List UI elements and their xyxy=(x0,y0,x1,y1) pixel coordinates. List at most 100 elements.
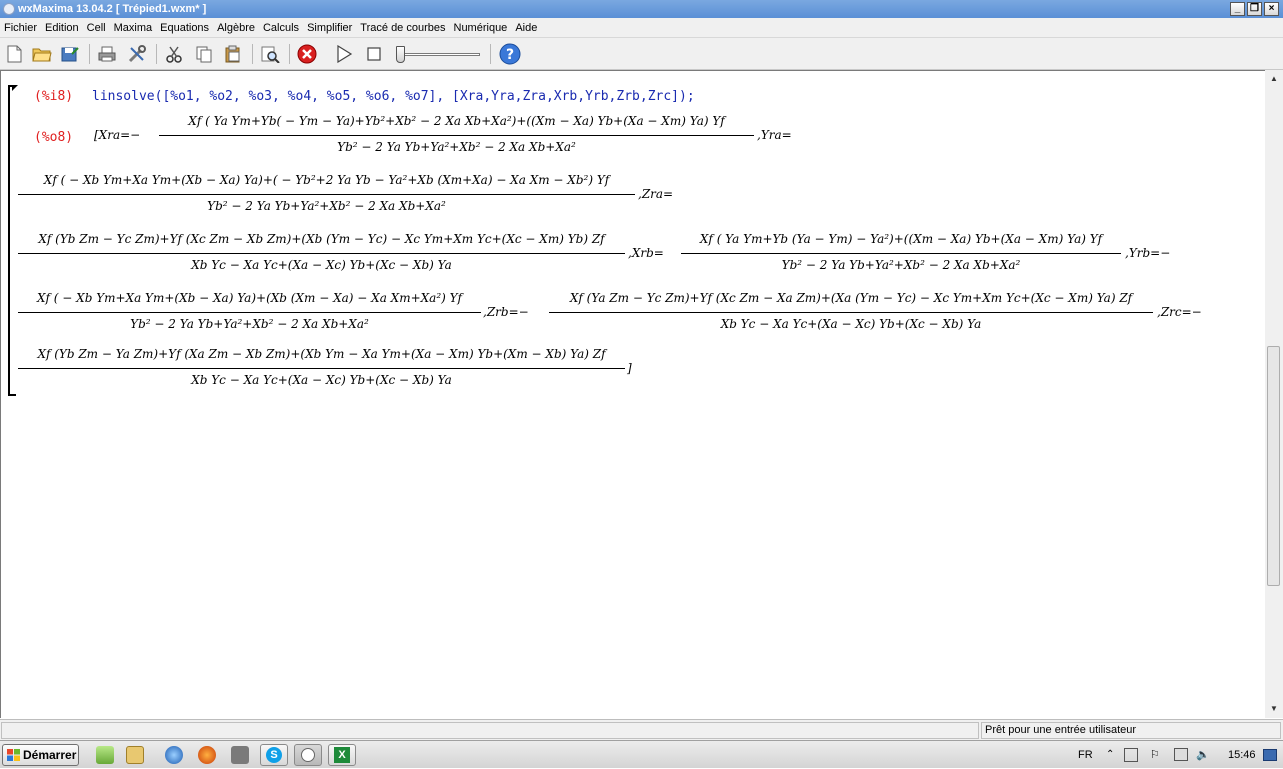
window-title: wxMaxima 13.04.2 [ Trépied1.wxm* ] xyxy=(18,3,207,15)
new-document-icon[interactable] xyxy=(3,43,25,65)
fraction-denominator: Xb Yc − Xa Yc+(Xa − Xc) Yb+(Xc − Xb) Ya xyxy=(191,373,452,387)
fraction-numerator: Xf (Yb Zm − Yc Zm)+Yf (Xc Zm − Xb Zm)+(X… xyxy=(38,232,605,246)
svg-text:?: ? xyxy=(506,47,514,63)
output-separator: ,Zra= xyxy=(638,187,674,201)
excel-task[interactable]: X xyxy=(328,744,356,766)
volume-icon[interactable]: 🔈 xyxy=(1196,741,1210,769)
fraction-numerator: Xf ( − Xb Ym+Xa Ym+(Xb − Xa) Ya)+( − Yb²… xyxy=(43,173,610,187)
output-separator: ,Zrb=− xyxy=(483,305,529,319)
minimize-button[interactable]: _ xyxy=(1230,2,1245,16)
quicklaunch-icon[interactable] xyxy=(96,746,114,764)
input-command[interactable]: linsolve([%o1, %o2, %o3, %o4, %o5, %o6, … xyxy=(92,89,695,104)
menu-aide[interactable]: Aide xyxy=(511,18,541,38)
wxmaxima-app-icon xyxy=(3,3,15,15)
menu-fichier[interactable]: Fichier xyxy=(0,18,41,38)
slider-thumb[interactable] xyxy=(396,46,405,63)
worksheet[interactable]: (%i8) linsolve([%o1, %o2, %o3, %o4, %o5,… xyxy=(0,70,1265,718)
menu-trace-de-courbes[interactable]: Tracé de courbes xyxy=(356,18,449,38)
fraction-numerator: Xf ( Ya Ym+Yb (Ya − Ym) − Ya²)+((Xm − Xa… xyxy=(699,232,1103,246)
save-icon[interactable] xyxy=(59,43,81,65)
taskbar: Démarrer S X FR ⌃ ⚐ 🔈 15:46 xyxy=(0,740,1283,768)
stop-icon[interactable] xyxy=(363,43,385,65)
excel-icon: X xyxy=(334,747,350,763)
skype-task[interactable]: S xyxy=(260,744,288,766)
output-separator: ,Xrb= xyxy=(628,246,664,260)
tool-icon[interactable] xyxy=(231,746,249,764)
start-label: Démarrer xyxy=(23,748,77,762)
fraction-denominator: Xb Yc − Xa Yc+(Xa − Xc) Yb+(Xc − Xb) Ya xyxy=(720,317,982,331)
firefox-icon[interactable] xyxy=(198,746,216,764)
scroll-down-icon[interactable]: ▼ xyxy=(1266,701,1282,717)
fraction-denominator: Xb Yc − Xa Yc+(Xa − Xc) Yb+(Xc − Xb) Ya xyxy=(191,258,452,272)
output-close: ] xyxy=(627,361,632,375)
menu-equations[interactable]: Equations xyxy=(156,18,213,38)
input-label: (%i8) xyxy=(34,89,74,104)
status-pane-left xyxy=(1,722,979,739)
find-icon[interactable] xyxy=(259,43,281,65)
fraction-zrb: Xf (Ya Zm − Yc Zm)+Yf (Xc Zm − Xa Zm)+(X… xyxy=(549,291,1153,335)
title-bar: wxMaxima 13.04.2 [ Trépied1.wxm* ] _ ❐ × xyxy=(0,0,1283,18)
fraction-numerator: Xf ( Ya Ym+Yb( − Ym − Ya)+Yb²+Xb² − 2 Xa… xyxy=(188,114,725,128)
status-bar: Prêt pour une entrée utilisateur xyxy=(0,719,1283,740)
browser-icon[interactable] xyxy=(165,746,183,764)
menu-cell[interactable]: Cell xyxy=(83,18,110,38)
output-separator: ,Zrc=− xyxy=(1157,305,1202,319)
tray-window-icon[interactable] xyxy=(1124,748,1138,762)
fraction-zrc: Xf (Yb Zm − Ya Zm)+Yf (Xa Zm − Xb Zm)+(X… xyxy=(18,347,625,391)
help-icon[interactable]: ? xyxy=(499,43,521,65)
menu-edition[interactable]: Edition xyxy=(41,18,83,38)
cell-bracket[interactable] xyxy=(8,85,10,395)
fraction-numerator: Xf (Ya Zm − Yc Zm)+Yf (Xc Zm − Xa Zm)+(X… xyxy=(569,291,1133,305)
scroll-up-icon[interactable]: ▲ xyxy=(1266,71,1282,87)
fraction-xrb: Xf ( Ya Ym+Yb (Ya − Ym) − Ya²)+((Xm − Xa… xyxy=(681,232,1121,276)
wxmaxima-task[interactable] xyxy=(294,744,322,766)
scroll-thumb[interactable] xyxy=(1267,346,1280,586)
toolbar: ? xyxy=(0,38,1283,70)
output-separator: ,Yra= xyxy=(757,128,792,142)
fraction-numerator: Xf ( − Xb Ym+Xa Ym+(Xb − Xa) Ya)+(Xb (Xm… xyxy=(36,291,462,305)
interrupt-icon[interactable] xyxy=(296,43,318,65)
skype-icon: S xyxy=(266,747,282,763)
wxmaxima-icon xyxy=(301,748,315,762)
wxmaxima-window: wxMaxima 13.04.2 [ Trépied1.wxm* ] _ ❐ ×… xyxy=(0,0,1283,740)
start-button[interactable]: Démarrer xyxy=(2,744,79,766)
tray-expand-icon[interactable]: ⌃ xyxy=(1106,741,1114,769)
paste-icon[interactable] xyxy=(222,43,244,65)
output-label: (%o8) xyxy=(34,130,74,145)
play-icon[interactable] xyxy=(333,43,355,65)
menu-calculs[interactable]: Calculs xyxy=(259,18,303,38)
animation-slider[interactable] xyxy=(394,46,484,64)
flag-icon[interactable]: ⚐ xyxy=(1150,741,1160,769)
fraction-numerator: Xf (Yb Zm − Ya Zm)+Yf (Xa Zm − Xb Zm)+(X… xyxy=(37,347,606,361)
output-separator: ,Yrb=− xyxy=(1125,246,1171,260)
print-icon[interactable] xyxy=(96,43,118,65)
show-desktop-icon[interactable] xyxy=(1263,749,1277,761)
menu-bar: Fichier Edition Cell Maxima Equations Algèbre… xyxy=(0,18,1283,38)
status-message: Prêt pour une entrée utilisateur xyxy=(981,722,1281,739)
fraction-denominator: Yb² − 2 Ya Yb+Ya²+Xb² − 2 Xa Xb+Xa² xyxy=(130,317,369,331)
menu-simplifier[interactable]: Simplifier xyxy=(303,18,356,38)
folder-icon[interactable] xyxy=(126,746,144,764)
output-open: [Xra=− xyxy=(94,128,141,142)
fraction-yra: Xf ( − Xb Ym+Xa Ym+(Xb − Xa) Ya)+( − Yb²… xyxy=(18,173,635,217)
menu-numerique[interactable]: Numérique xyxy=(450,18,512,38)
network-icon[interactable] xyxy=(1174,748,1188,761)
fraction-denominator: Yb² − 2 Ya Yb+Ya²+Xb² − 2 Xa Xb+Xa² xyxy=(337,140,576,154)
copy-icon[interactable] xyxy=(193,43,215,65)
fraction-denominator: Yb² − 2 Ya Yb+Ya²+Xb² − 2 Xa Xb+Xa² xyxy=(781,258,1021,272)
fraction-zra: Xf (Yb Zm − Yc Zm)+Yf (Xc Zm − Xb Zm)+(X… xyxy=(18,232,625,276)
preferences-icon[interactable] xyxy=(126,43,148,65)
vertical-scrollbar[interactable]: ▲ ▼ xyxy=(1265,70,1283,718)
fraction-denominator: Yb² − 2 Ya Yb+Ya²+Xb² − 2 Xa Xb+Xa² xyxy=(207,199,446,213)
windows-flag-icon xyxy=(7,749,20,761)
cut-icon[interactable] xyxy=(163,43,185,65)
fraction-xra: Xf ( Ya Ym+Yb( − Ym − Ya)+Yb²+Xb² − 2 Xa… xyxy=(159,114,754,158)
restore-button[interactable]: ❐ xyxy=(1247,2,1262,16)
language-indicator[interactable]: FR xyxy=(1078,741,1093,769)
open-folder-icon[interactable] xyxy=(31,43,53,65)
menu-algebre[interactable]: Algèbre xyxy=(213,18,259,38)
fraction-yrb: Xf ( − Xb Ym+Xa Ym+(Xb − Xa) Ya)+(Xb (Xm… xyxy=(18,291,481,335)
menu-maxima[interactable]: Maxima xyxy=(110,18,157,38)
clock[interactable]: 15:46 xyxy=(1228,741,1256,769)
close-button[interactable]: × xyxy=(1264,2,1279,16)
